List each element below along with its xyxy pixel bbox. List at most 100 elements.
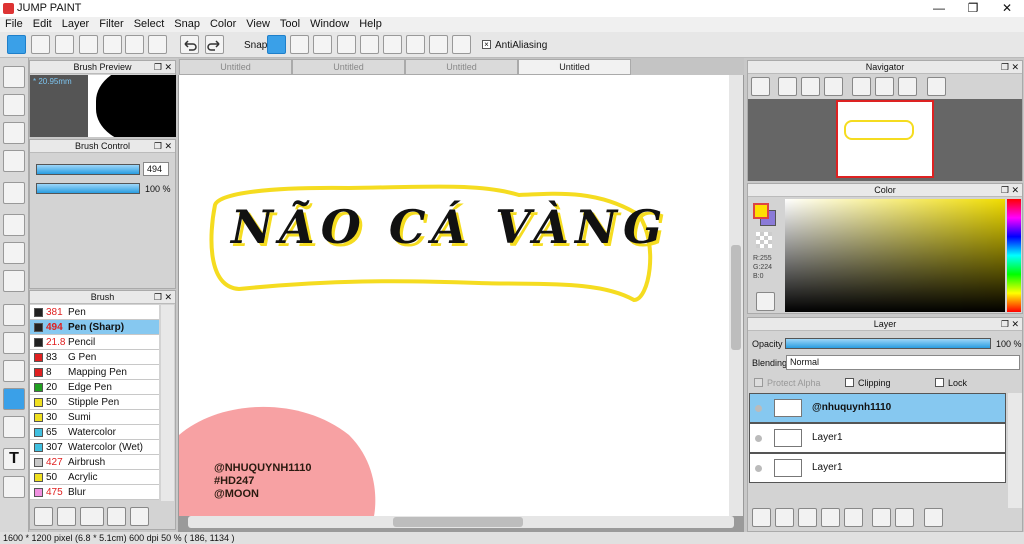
visibility-icon[interactable] bbox=[755, 435, 762, 442]
close-button[interactable]: ✕ bbox=[990, 0, 1024, 17]
antialias-checkbox[interactable]: × bbox=[482, 40, 491, 49]
move-tool-icon[interactable] bbox=[3, 182, 25, 204]
lasso-icon[interactable] bbox=[3, 332, 25, 354]
select-pen-icon[interactable] bbox=[3, 388, 25, 410]
menu-select[interactable]: Select bbox=[129, 17, 170, 32]
new-brush-icon[interactable] bbox=[57, 507, 76, 526]
brush-size-field[interactable]: 494 bbox=[143, 162, 169, 176]
halftone-layer-icon[interactable] bbox=[821, 508, 840, 527]
brush-settings-icon[interactable] bbox=[107, 507, 126, 526]
brush-menu-icon[interactable] bbox=[80, 507, 104, 526]
snap-grid-icon[interactable] bbox=[313, 35, 332, 54]
menu-view[interactable]: View bbox=[241, 17, 275, 32]
foreground-color-swatch[interactable] bbox=[753, 203, 769, 219]
visibility-icon[interactable] bbox=[755, 465, 762, 472]
palette-icon[interactable] bbox=[756, 292, 775, 311]
brush-tool-icon[interactable] bbox=[3, 66, 25, 88]
menu-color[interactable]: Color bbox=[205, 17, 241, 32]
layer-folder-icon[interactable] bbox=[844, 508, 863, 527]
text-tool-icon[interactable]: T bbox=[3, 448, 25, 470]
fit-icon[interactable] bbox=[801, 77, 820, 96]
rotate-right-icon[interactable] bbox=[898, 77, 917, 96]
brush-item[interactable]: 381 Pen bbox=[30, 305, 159, 320]
add-brush-icon[interactable] bbox=[34, 507, 53, 526]
menu-help[interactable]: Help bbox=[354, 17, 387, 32]
gradient-tool-icon[interactable] bbox=[3, 270, 25, 292]
brush-item[interactable]: 65 Watercolor bbox=[30, 425, 159, 440]
bucket-tool-icon[interactable] bbox=[3, 242, 25, 264]
tab-untitled-2[interactable]: Untitled bbox=[292, 59, 405, 75]
menu-file[interactable]: File bbox=[0, 17, 28, 32]
snap-ellipse-icon[interactable] bbox=[429, 35, 448, 54]
speech-bubble-icon[interactable] bbox=[55, 35, 74, 54]
zoom-tool-icon[interactable] bbox=[751, 77, 770, 96]
drawing-canvas[interactable]: NÃO CÁ VÀNG @NHUQUYNH1110 #HD247 @MOON bbox=[179, 75, 729, 516]
brush-item[interactable]: 307 Watercolor (Wet) bbox=[30, 440, 159, 455]
menu-filter[interactable]: Filter bbox=[94, 17, 128, 32]
layer-row[interactable]: @nhuquynh1110 bbox=[749, 393, 1006, 423]
saturation-value-picker[interactable] bbox=[785, 199, 1005, 312]
redo-icon[interactable] bbox=[205, 35, 224, 54]
vertical-scrollbar[interactable] bbox=[729, 75, 743, 516]
snap-vanishing-icon[interactable] bbox=[337, 35, 356, 54]
hue-slider[interactable] bbox=[1007, 199, 1021, 312]
brush-opacity-slider[interactable] bbox=[36, 183, 140, 194]
snap-radial-icon[interactable] bbox=[360, 35, 379, 54]
share-icon[interactable] bbox=[31, 35, 50, 54]
menu-layer[interactable]: Layer bbox=[57, 17, 95, 32]
menu-edit[interactable]: Edit bbox=[28, 17, 57, 32]
snap-off-icon[interactable] bbox=[267, 35, 286, 54]
brush-item[interactable]: 50 Acrylic bbox=[30, 470, 159, 485]
rotate-left-icon[interactable] bbox=[852, 77, 871, 96]
brush-folder-icon[interactable] bbox=[130, 507, 149, 526]
brush-item[interactable]: 30 Sumi bbox=[30, 410, 159, 425]
brush-item[interactable]: 20 Edge Pen bbox=[30, 380, 159, 395]
select-rect-icon[interactable] bbox=[3, 304, 25, 326]
brush-list-scrollbar[interactable] bbox=[161, 305, 174, 501]
eyedropper-icon[interactable] bbox=[3, 476, 25, 498]
fill-rect-tool-icon[interactable] bbox=[3, 214, 25, 236]
protect-alpha-checkbox[interactable] bbox=[754, 378, 763, 387]
new-layer-icon[interactable] bbox=[752, 508, 771, 527]
text-layer-icon[interactable] bbox=[798, 508, 817, 527]
zoom-out-icon[interactable] bbox=[824, 77, 843, 96]
layer-list-scrollbar[interactable] bbox=[1008, 393, 1022, 508]
delete-layer-icon[interactable] bbox=[924, 508, 943, 527]
layer-row[interactable]: Layer1 bbox=[749, 453, 1006, 483]
horizontal-scrollbar[interactable] bbox=[188, 516, 734, 528]
zoom-in-icon[interactable] bbox=[778, 77, 797, 96]
menu-tool[interactable]: Tool bbox=[275, 17, 305, 32]
blending-select[interactable]: Normal bbox=[786, 355, 1020, 370]
reset-view-icon[interactable] bbox=[875, 77, 894, 96]
tab-untitled-3[interactable]: Untitled bbox=[405, 59, 518, 75]
magic-wand-icon[interactable] bbox=[3, 360, 25, 382]
flip-icon[interactable] bbox=[927, 77, 946, 96]
snap-concentric-icon[interactable] bbox=[383, 35, 402, 54]
transparent-swatch[interactable] bbox=[756, 232, 772, 248]
layer-opacity-slider[interactable] bbox=[785, 338, 991, 349]
brush-size-slider[interactable] bbox=[36, 164, 140, 175]
menu-snap[interactable]: Snap bbox=[169, 17, 205, 32]
minimize-button[interactable]: — bbox=[922, 0, 956, 17]
comment-icon[interactable] bbox=[79, 35, 98, 54]
brush-item[interactable]: 21.8 Pencil bbox=[30, 335, 159, 350]
undo-icon[interactable] bbox=[180, 35, 199, 54]
visibility-icon[interactable] bbox=[755, 405, 762, 412]
maximize-button[interactable]: ❐ bbox=[956, 0, 990, 17]
duplicate-layer-icon[interactable] bbox=[775, 508, 794, 527]
brush-item[interactable]: 8 Mapping Pen bbox=[30, 365, 159, 380]
brush-item[interactable]: 494 Pen (Sharp) bbox=[30, 320, 159, 335]
brush-item[interactable]: 475 Blur bbox=[30, 485, 159, 500]
tab-untitled-1[interactable]: Untitled bbox=[179, 59, 292, 75]
snap-parallel-icon[interactable] bbox=[290, 35, 309, 54]
clipping-checkbox[interactable] bbox=[845, 378, 854, 387]
brush-item[interactable]: 50 Stipple Pen bbox=[30, 395, 159, 410]
layer-row[interactable]: Layer1 bbox=[749, 423, 1006, 453]
select-eraser-icon[interactable] bbox=[3, 416, 25, 438]
menu-window[interactable]: Window bbox=[305, 17, 354, 32]
line-tool-icon[interactable] bbox=[3, 150, 25, 172]
tab-untitled-4[interactable]: Untitled bbox=[518, 59, 631, 75]
cloud-icon[interactable] bbox=[7, 35, 26, 54]
rectangle-tool-icon[interactable] bbox=[3, 122, 25, 144]
pages-icon[interactable] bbox=[125, 35, 144, 54]
